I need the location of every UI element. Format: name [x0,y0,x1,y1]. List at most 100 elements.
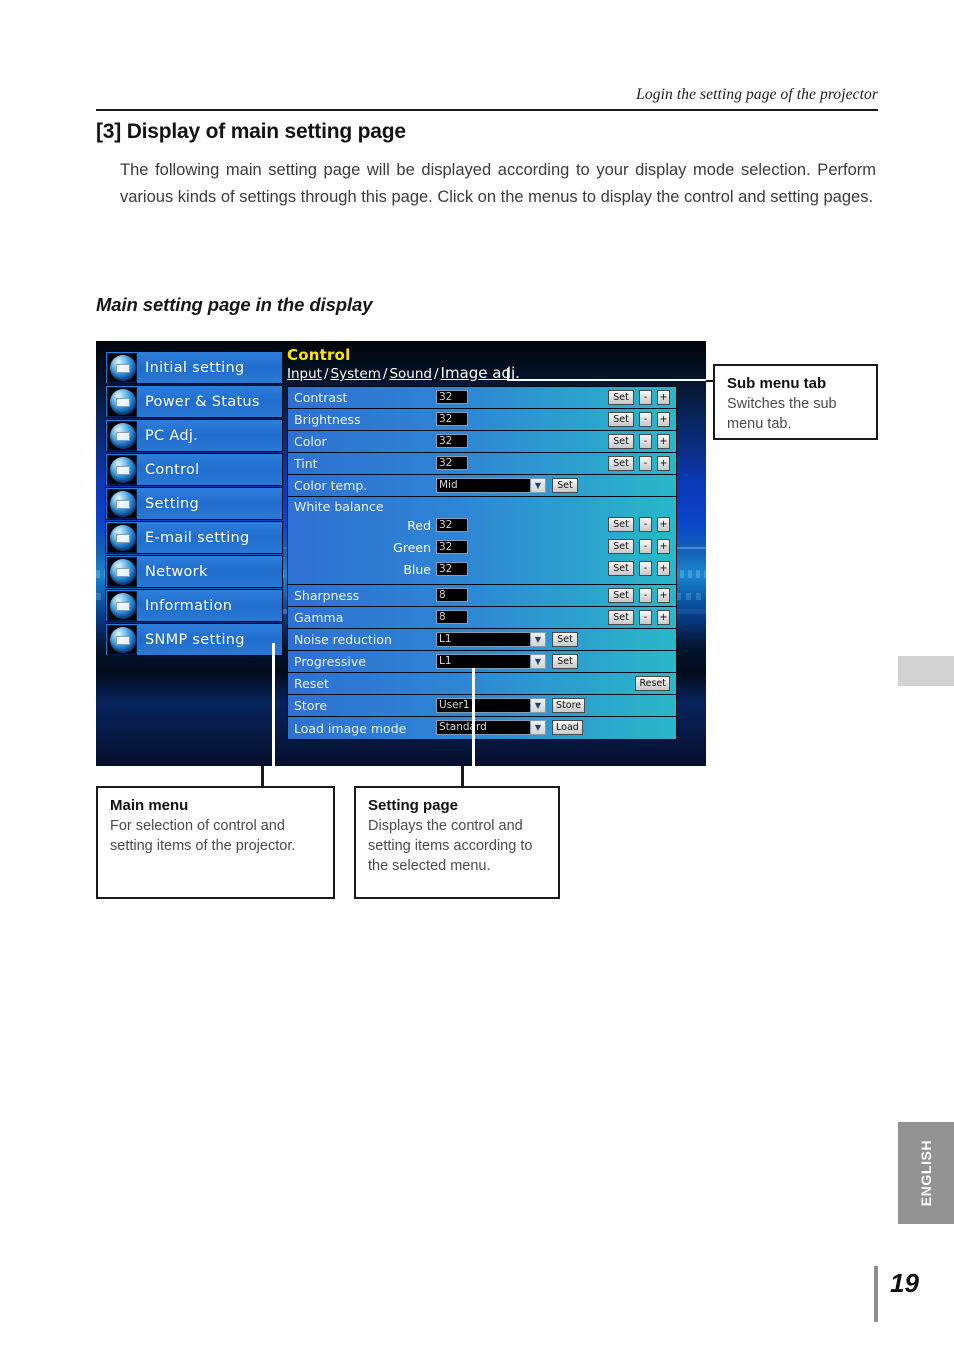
callout-body: Displays the control and setting items a… [368,818,533,874]
email-setting-icon [107,522,137,553]
set-button[interactable]: Set [608,610,634,625]
chevron-down-icon[interactable]: ▼ [530,479,545,492]
sidebar-item-snmp-setting[interactable]: SNMP setting [105,623,283,656]
setting-icon [107,488,137,519]
contrast-input[interactable]: 32 [436,390,468,404]
set-button[interactable]: Set [552,632,578,647]
chevron-down-icon[interactable]: ▼ [530,655,545,668]
tab-input[interactable]: Input [287,366,322,382]
network-icon [107,556,137,587]
running-head: Login the setting page of the projector [636,86,878,103]
set-button[interactable]: Set [608,434,634,449]
increment-button[interactable]: + [657,456,670,471]
increment-button[interactable]: + [657,561,670,576]
power-status-icon [107,386,137,417]
increment-button[interactable]: + [657,517,670,532]
row-buttons: Set - + [608,412,670,427]
increment-button[interactable]: + [657,539,670,554]
row-sharpness: Sharpness 8 Set - + [288,585,676,607]
set-button[interactable]: Set [608,412,634,427]
leader-line-setting-page [472,668,475,766]
set-button[interactable]: Set [608,561,634,576]
progressive-select[interactable]: L1 ▼ [436,654,546,669]
noise-reduction-select[interactable]: L1 ▼ [436,632,546,647]
sharpness-input[interactable]: 8 [436,588,468,602]
tab-sound[interactable]: Sound [389,366,432,382]
tab-system[interactable]: System [331,366,381,382]
row-gamma: Gamma 8 Set - + [288,607,676,629]
row-buttons: Set - + [608,390,670,405]
row-noise-reduction: Noise reduction L1 ▼ Set [288,629,676,651]
decrement-button[interactable]: - [639,412,652,427]
sidebar-item-label: PC Adj. [145,427,199,444]
increment-button[interactable]: + [657,588,670,603]
projector-web-ui-screenshot: Initial setting Power & Status PC Adj. C… [96,341,706,766]
sidebar-item-initial-setting[interactable]: Initial setting [105,351,283,384]
tab-separator: / [323,366,329,382]
decrement-button[interactable]: - [639,539,652,554]
sidebar-item-network[interactable]: Network [105,555,283,588]
decrement-button[interactable]: - [639,390,652,405]
load-image-mode-select[interactable]: Standard ▼ [436,720,546,735]
sidebar-item-power-and-status[interactable]: Power & Status [105,385,283,418]
set-button[interactable]: Set [608,456,634,471]
sidebar-item-pc-adj[interactable]: PC Adj. [105,419,283,452]
row-label: Contrast [294,390,348,405]
sidebar-item-label: Control [145,461,200,478]
set-button[interactable]: Set [608,588,634,603]
channel-label: Red [407,517,431,533]
row-reset: Reset Reset [288,673,676,695]
load-button[interactable]: Load [552,720,583,735]
leader-line-main-menu-outer [261,766,264,787]
decrement-button[interactable]: - [639,517,652,532]
decrement-button[interactable]: - [639,588,652,603]
row-color: Color 32 Set - + [288,431,676,453]
set-button[interactable]: Set [608,390,634,405]
decrement-button[interactable]: - [639,610,652,625]
set-button[interactable]: Set [552,478,578,493]
increment-button[interactable]: + [657,412,670,427]
set-button[interactable]: Set [608,517,634,532]
row-label: Store [294,698,328,713]
chevron-down-icon[interactable]: ▼ [530,633,545,646]
row-label: Color [294,434,327,449]
chevron-down-icon[interactable]: ▼ [530,721,545,734]
sidebar-item-control[interactable]: Control [105,453,283,486]
increment-button[interactable]: + [657,610,670,625]
sidebar-item-label: Setting [145,495,200,512]
row-label: Color temp. [294,478,368,493]
sidebar-item-information[interactable]: Information [105,589,283,622]
row-label: Tint [294,456,318,471]
white-balance-blue-input[interactable]: 32 [436,562,468,576]
set-button[interactable]: Set [552,654,578,669]
leader-line-setting-page-outer [461,766,464,787]
color-temp-select[interactable]: Mid ▼ [436,478,546,493]
white-balance-red-input[interactable]: 32 [436,518,468,532]
sidebar-item-email-setting[interactable]: E-mail setting [105,521,283,554]
row-brightness: Brightness 32 Set - + [288,409,676,431]
decrement-button[interactable]: - [639,456,652,471]
color-input[interactable]: 32 [436,434,468,448]
reset-button[interactable]: Reset [635,676,670,691]
decrement-button[interactable]: - [639,561,652,576]
row-white-balance-red: Red 32 Set - + [288,514,676,536]
sidebar-item-label: Initial setting [145,359,245,376]
sidebar-item-label: E-mail setting [145,529,250,546]
gamma-input[interactable]: 8 [436,610,468,624]
store-button[interactable]: Store [552,698,586,713]
row-label: Sharpness [294,588,360,603]
white-balance-green-input[interactable]: 32 [436,540,468,554]
row-input-group: 8 [436,588,468,602]
row-input-group: 8 [436,610,468,624]
store-select[interactable]: User1 ▼ [436,698,546,713]
main-menu: Initial setting Power & Status PC Adj. C… [105,351,283,657]
increment-button[interactable]: + [657,434,670,449]
tint-input[interactable]: 32 [436,456,468,470]
decrement-button[interactable]: - [639,434,652,449]
chevron-down-icon[interactable]: ▼ [530,699,545,712]
set-button[interactable]: Set [608,539,634,554]
brightness-input[interactable]: 32 [436,412,468,426]
increment-button[interactable]: + [657,390,670,405]
callout-body: Switches the sub menu tab. [727,396,837,432]
sidebar-item-setting[interactable]: Setting [105,487,283,520]
